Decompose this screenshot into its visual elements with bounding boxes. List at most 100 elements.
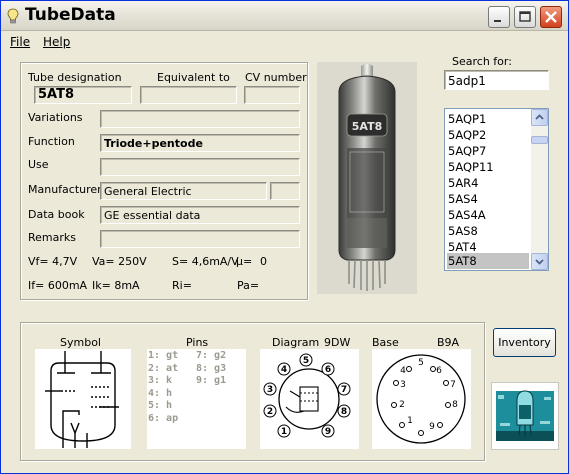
pa-value: Pa= (237, 279, 260, 292)
scroll-up-button[interactable] (531, 109, 548, 126)
app-logo (491, 382, 559, 450)
ik-value: Ik= 8mA (92, 279, 140, 292)
inventory-button[interactable]: Inventory (493, 328, 556, 357)
diagram-pin: 6 (325, 365, 331, 375)
equivalent-field[interactable] (140, 86, 237, 104)
cv-field[interactable] (244, 86, 300, 104)
diagram-pin: 4 (281, 365, 287, 375)
designation-field[interactable]: 5AT8 (34, 86, 132, 104)
menu-help[interactable]: Help (43, 35, 70, 49)
chevron-down-icon (535, 259, 544, 265)
menu-file[interactable]: File (10, 35, 30, 49)
lightbulb-icon (7, 8, 19, 24)
diagram-pin: 2 (267, 407, 273, 417)
remarks-label: Remarks (28, 231, 76, 244)
base-pin: 8 (452, 400, 458, 410)
search-input[interactable]: 5adp1 (444, 70, 549, 90)
variations-label: Variations (28, 111, 83, 124)
databook-field[interactable]: GE essential data (100, 206, 300, 224)
search-label: Search for: (452, 55, 512, 68)
list-item[interactable]: 5AS4 (447, 191, 529, 207)
list-item[interactable]: 5AR4 (447, 175, 529, 191)
minimize-button[interactable] (488, 6, 510, 28)
databook-label: Data book (28, 208, 85, 221)
diagram-pin: 5 (303, 356, 309, 366)
base-pin: 1 (407, 416, 413, 426)
chevron-up-icon (535, 114, 544, 120)
pin-entry: 9: g1 (196, 375, 227, 386)
pins-panel: 1: gt 2: at 3: k 4: h 5: h 6: ap 7: g2 8… (147, 349, 246, 449)
title-bar[interactable]: TubeData (1, 1, 568, 31)
designation-header: Tube designation (28, 71, 122, 84)
pins-column-2: 7: g2 8: g3 9: g1 (196, 350, 226, 388)
pin-entry: 4: h (148, 387, 173, 399)
pin-entry: 7: g2 (196, 350, 227, 361)
manufacturer-field[interactable]: General Electric (100, 182, 267, 200)
function-label: Function (28, 135, 75, 148)
menu-help-label: Help (43, 35, 71, 49)
base-code: B9A (437, 336, 460, 349)
use-field[interactable] (100, 158, 300, 176)
va-value: Va= 250V (92, 255, 147, 268)
list-item[interactable]: 5AS4A (447, 207, 529, 223)
base-drawing: 1 2 3 4 5 6 7 8 9 (376, 354, 466, 444)
diagram-pin: 8 (341, 407, 347, 417)
app-window: TubeData File Help Tube designation Equi… (0, 0, 569, 474)
pin-entry: 6: ap (148, 412, 179, 424)
maximize-button[interactable] (514, 6, 536, 28)
diagram-pin: 7 (341, 385, 347, 395)
base-pin: 7 (450, 380, 456, 390)
menu-file-label: File (10, 35, 31, 49)
diagram-pin: 1 (281, 427, 287, 437)
list-scrollbar[interactable] (531, 109, 548, 270)
base-pin: 9 (429, 422, 435, 432)
list-item[interactable]: 5AQP1 (447, 111, 529, 127)
pin-entry: 5: h (148, 400, 173, 411)
base-pin: 4 (400, 366, 406, 376)
equivalent-header: Equivalent to (157, 71, 230, 84)
scroll-down-button[interactable] (531, 253, 548, 270)
base-pin: 6 (436, 366, 442, 376)
base-pin: 2 (399, 400, 405, 410)
list-item[interactable]: 5AQP2 (447, 127, 529, 143)
variations-field[interactable] (100, 110, 300, 128)
tube-logo-icon (493, 384, 557, 448)
list-item[interactable]: 5AS8 (447, 223, 529, 239)
close-icon (545, 11, 557, 23)
close-button[interactable] (540, 6, 562, 28)
window-title: TubeData (25, 5, 116, 25)
diagram-code: 9DW (324, 336, 351, 349)
pins-column-1: 1: gt 2: at 3: k 4: h 5: h 6: ap (148, 350, 178, 425)
diagram-pin-labels: 1 2 3 4 5 6 7 8 9 (263, 353, 351, 438)
mu-value: 0 (260, 255, 267, 268)
diagram-pin: 9 (325, 427, 331, 437)
diagram-pin: 3 (267, 385, 273, 395)
pins-header: Pins (186, 336, 209, 349)
remarks-field[interactable] (100, 230, 300, 248)
list-item-selected[interactable]: 5AT8 (447, 253, 529, 269)
function-field[interactable]: Triode+pentode (100, 134, 300, 152)
base-header: Base (372, 336, 399, 349)
tube-symbol-drawing (45, 351, 119, 448)
pin-entry: 1: gt (148, 350, 179, 361)
manufacturer-label: Manufacturer (28, 183, 102, 196)
pin-diagram-drawing: 1 2 3 4 5 6 7 8 9 (263, 353, 351, 438)
vf-value: Vf= 4,7V (28, 255, 78, 268)
minimize-icon (494, 20, 501, 22)
menu-bar: File Help (1, 32, 568, 52)
pin-entry: 3: k (148, 375, 173, 386)
tube-photo-image: 5AT8 (317, 62, 417, 294)
photo-tube-label: 5AT8 (352, 120, 382, 133)
symbol-panel (35, 349, 131, 449)
cv-header: CV number (245, 71, 307, 84)
manufacturer-extra-field[interactable] (270, 182, 300, 200)
scroll-thumb[interactable] (531, 136, 548, 144)
list-item[interactable]: 5AQP11 (447, 159, 529, 175)
mu-label: µ= (236, 255, 253, 268)
tube-list[interactable]: 5AQP1 5AQP2 5AQP7 5AQP11 5AR4 5AS4 5AS4A… (444, 108, 549, 271)
use-label: Use (28, 158, 49, 171)
pin-entry: 2: at (148, 362, 179, 374)
symbol-header: Symbol (60, 336, 101, 349)
pin-entry: 8: g3 (196, 362, 227, 374)
list-item[interactable]: 5AQP7 (447, 143, 529, 159)
